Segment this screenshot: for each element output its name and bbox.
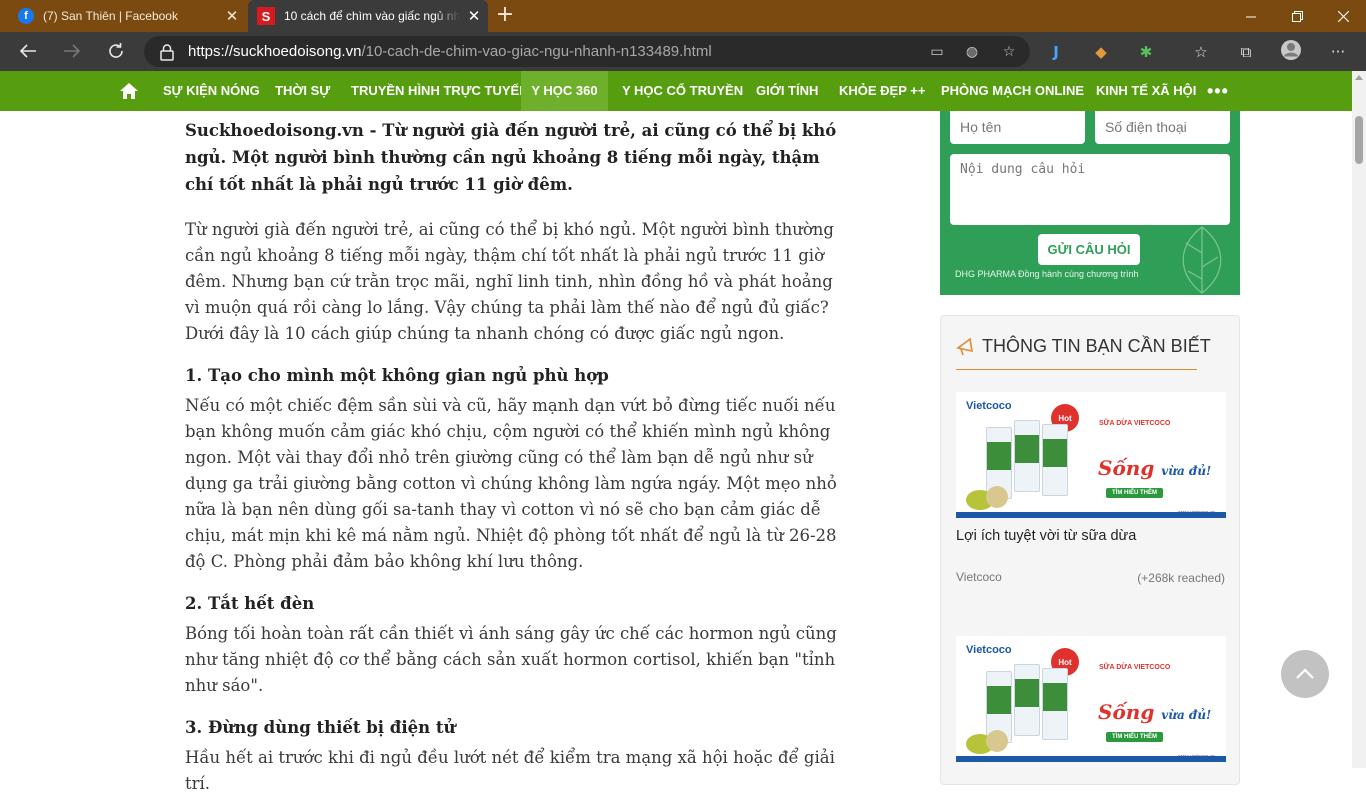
article-lead: Suckhoedoisong.vn - Từ người già đến ngư… [185, 121, 837, 194]
product-image [1042, 424, 1068, 496]
page-scrollbar[interactable] [1352, 71, 1366, 768]
tracking-prevention-icon[interactable]: ◍ [961, 42, 983, 62]
info-reach: (+268k reached) [1137, 571, 1225, 585]
site-nav: SỰ KIỆN NÓNG THỜI SỰ TRUYỀN HÌNH TRỰC TU… [0, 71, 1352, 111]
extension-color-icon[interactable]: ✱ [1134, 41, 1158, 63]
profile-avatar-icon[interactable] [1279, 39, 1303, 61]
collections-icon[interactable]: ⧉ [1234, 41, 1258, 63]
reload-button[interactable] [101, 36, 131, 66]
forward-button[interactable] [57, 36, 87, 66]
back-arrow-icon [19, 44, 36, 58]
tab-title: (7) San Thiên | Facebook [43, 9, 178, 23]
ad-product: SỮA DỪA VIETCOCO [1099, 664, 1171, 671]
minimize-button[interactable] [1228, 0, 1274, 32]
ad-strip [956, 756, 1226, 762]
coconut-image [986, 730, 1008, 752]
question-textarea[interactable]: Nội dung câu hỏi [950, 154, 1230, 225]
ad-product: SỮA DỪA VIETCOCO [1099, 420, 1171, 427]
ad-cta-button[interactable]: TÌM HIỂU THÊM [1106, 488, 1163, 498]
back-to-top-button[interactable] [1281, 650, 1329, 698]
divider [956, 369, 1197, 370]
ad-brand: Vietcoco [966, 644, 1012, 656]
product-image [1042, 668, 1068, 740]
suckhoedoisong-icon: S [257, 7, 275, 25]
article-paragraph: Từ người già đến người trẻ, ai cũng có t… [185, 220, 834, 343]
article-heading: 1. Tạo cho mình một không gian ngủ phù h… [185, 366, 609, 385]
ad-brand: Vietcoco [966, 400, 1012, 412]
nav-item-khoe-dep[interactable]: KHỎE ĐẸP ++ [839, 71, 925, 111]
nav-item-thoi-su[interactable]: THỜI SỰ [275, 71, 330, 111]
home-link[interactable] [119, 71, 141, 111]
coconut-image [986, 486, 1008, 508]
ad-banner[interactable]: Vietcoco Hot SỮA DỪA VIETCOCO Sống vừa đ… [956, 392, 1226, 518]
forward-arrow-icon [64, 44, 81, 58]
scroll-up-arrow-icon[interactable] [1355, 75, 1363, 80]
close-tab-icon[interactable]: ✕ [460, 7, 488, 25]
article-paragraph: Hầu hết ai trước khi đi ngủ đều lướt nét… [185, 748, 835, 793]
info-box: THÔNG TIN BẠN CẦN BIẾT Vietcoco Hot SỮA … [940, 315, 1240, 785]
product-image [1014, 664, 1040, 736]
tab-article[interactable]: S 10 cách để chìm vào giấc ngủ nhanh ✕ [248, 0, 488, 32]
ad-strip [956, 512, 1226, 518]
scrollbar-thumb[interactable] [1355, 116, 1363, 164]
title-bar: f (7) San Thiên | Facebook ✕ S 10 cách đ… [0, 0, 1366, 32]
product-image [1014, 420, 1040, 492]
close-window-button[interactable] [1320, 0, 1366, 32]
address-bar[interactable]: https://suckhoedoisong.vn/10-cach-de-chi… [144, 36, 1030, 67]
facebook-icon: f [18, 8, 34, 24]
ad-slogan: Sống vừa đủ! [1098, 456, 1212, 480]
nav-item-truyen-hinh[interactable]: TRUYỀN HÌNH TRỰC TUYẾN [351, 71, 529, 111]
ad-cta-button[interactable]: TÌM HIỂU THÊM [1106, 732, 1163, 742]
close-tab-icon[interactable]: ✕ [218, 7, 246, 25]
phone-field[interactable]: Số điện thoại [1095, 111, 1230, 144]
nav-item-gioi-tinh[interactable]: GIỚI TÍNH [756, 71, 818, 111]
tab-title: 10 cách để chìm vào giấc ngủ nhanh [284, 9, 460, 23]
minimize-icon [1245, 16, 1256, 17]
settings-more-icon[interactable]: ··· [1326, 41, 1350, 63]
reader-view-icon[interactable]: ▭ [926, 42, 948, 62]
article-heading: 2. Tắt hết đèn [185, 594, 315, 613]
nav-item-su-kien-nong[interactable]: SỰ KIỆN NÓNG [163, 71, 260, 111]
ad-banner[interactable]: Vietcoco Hot SỮA DỪA VIETCOCO Sống vừa đ… [956, 636, 1226, 762]
info-source: Vietcoco [956, 570, 1002, 584]
restore-icon [1291, 10, 1303, 22]
back-button[interactable] [13, 36, 43, 66]
nav-item-kinh-te-xa-hoi[interactable]: KINH TẾ XÃ HỘI [1096, 71, 1196, 111]
lock-icon [160, 44, 174, 61]
close-icon [1337, 10, 1349, 22]
nav-item-y-hoc-co-truyen[interactable]: Y HỌC CỔ TRUYỀN [622, 71, 743, 111]
favorites-icon[interactable]: ☆ [1189, 41, 1213, 63]
browser-toolbar: https://suckhoedoisong.vn/10-cach-de-chi… [0, 32, 1366, 71]
sponsor-text: DHG PHARMA Đồng hành cùng chương trình [955, 269, 1139, 279]
name-field[interactable]: Họ tên [950, 111, 1085, 144]
article-heading: 3. Đừng dùng thiết bị điện tử [185, 718, 456, 737]
restore-button[interactable] [1274, 0, 1320, 32]
question-form: Họ tên Số điện thoại Nội dung câu hỏi GỬ… [940, 111, 1240, 295]
extension-icon[interactable]: ◆ [1089, 41, 1113, 63]
more-menu-icon[interactable]: ••• [1207, 71, 1229, 111]
new-tab-button[interactable]: + [493, 4, 517, 28]
article-paragraph: Nếu có một chiếc đệm sần sùi và cũ, hãy … [185, 396, 837, 571]
article-body: Suckhoedoisong.vn - Từ người già đến ngư… [185, 117, 850, 797]
reload-icon [109, 43, 123, 58]
megaphone-icon [956, 337, 973, 356]
send-question-button[interactable]: GỬI CÂU HỎI [1038, 234, 1140, 265]
leaf-decoration-icon [1182, 226, 1222, 294]
add-favorite-icon[interactable]: ☆ [998, 42, 1020, 62]
url-text: https://suckhoedoisong.vn/10-cach-de-chi… [188, 43, 712, 60]
info-box-title: THÔNG TIN BẠN CẦN BIẾT [982, 336, 1211, 356]
nav-item-y-hoc-360[interactable]: Y HỌC 360 [521, 71, 608, 111]
home-icon [120, 83, 138, 99]
chevron-up-icon [1296, 668, 1314, 679]
extension-j-icon[interactable]: J [1044, 41, 1068, 63]
article-paragraph: Bóng tối hoàn toàn rất cần thiết vì ánh … [185, 624, 837, 695]
nav-item-phong-mach[interactable]: PHÒNG MẠCH ONLINE [941, 71, 1084, 111]
tab-facebook[interactable]: f (7) San Thiên | Facebook ✕ [0, 0, 246, 32]
info-headline-link[interactable]: Lợi ích tuyệt vời từ sữa dừa [956, 528, 1136, 544]
ad-slogan: Sống vừa đủ! [1098, 700, 1212, 724]
